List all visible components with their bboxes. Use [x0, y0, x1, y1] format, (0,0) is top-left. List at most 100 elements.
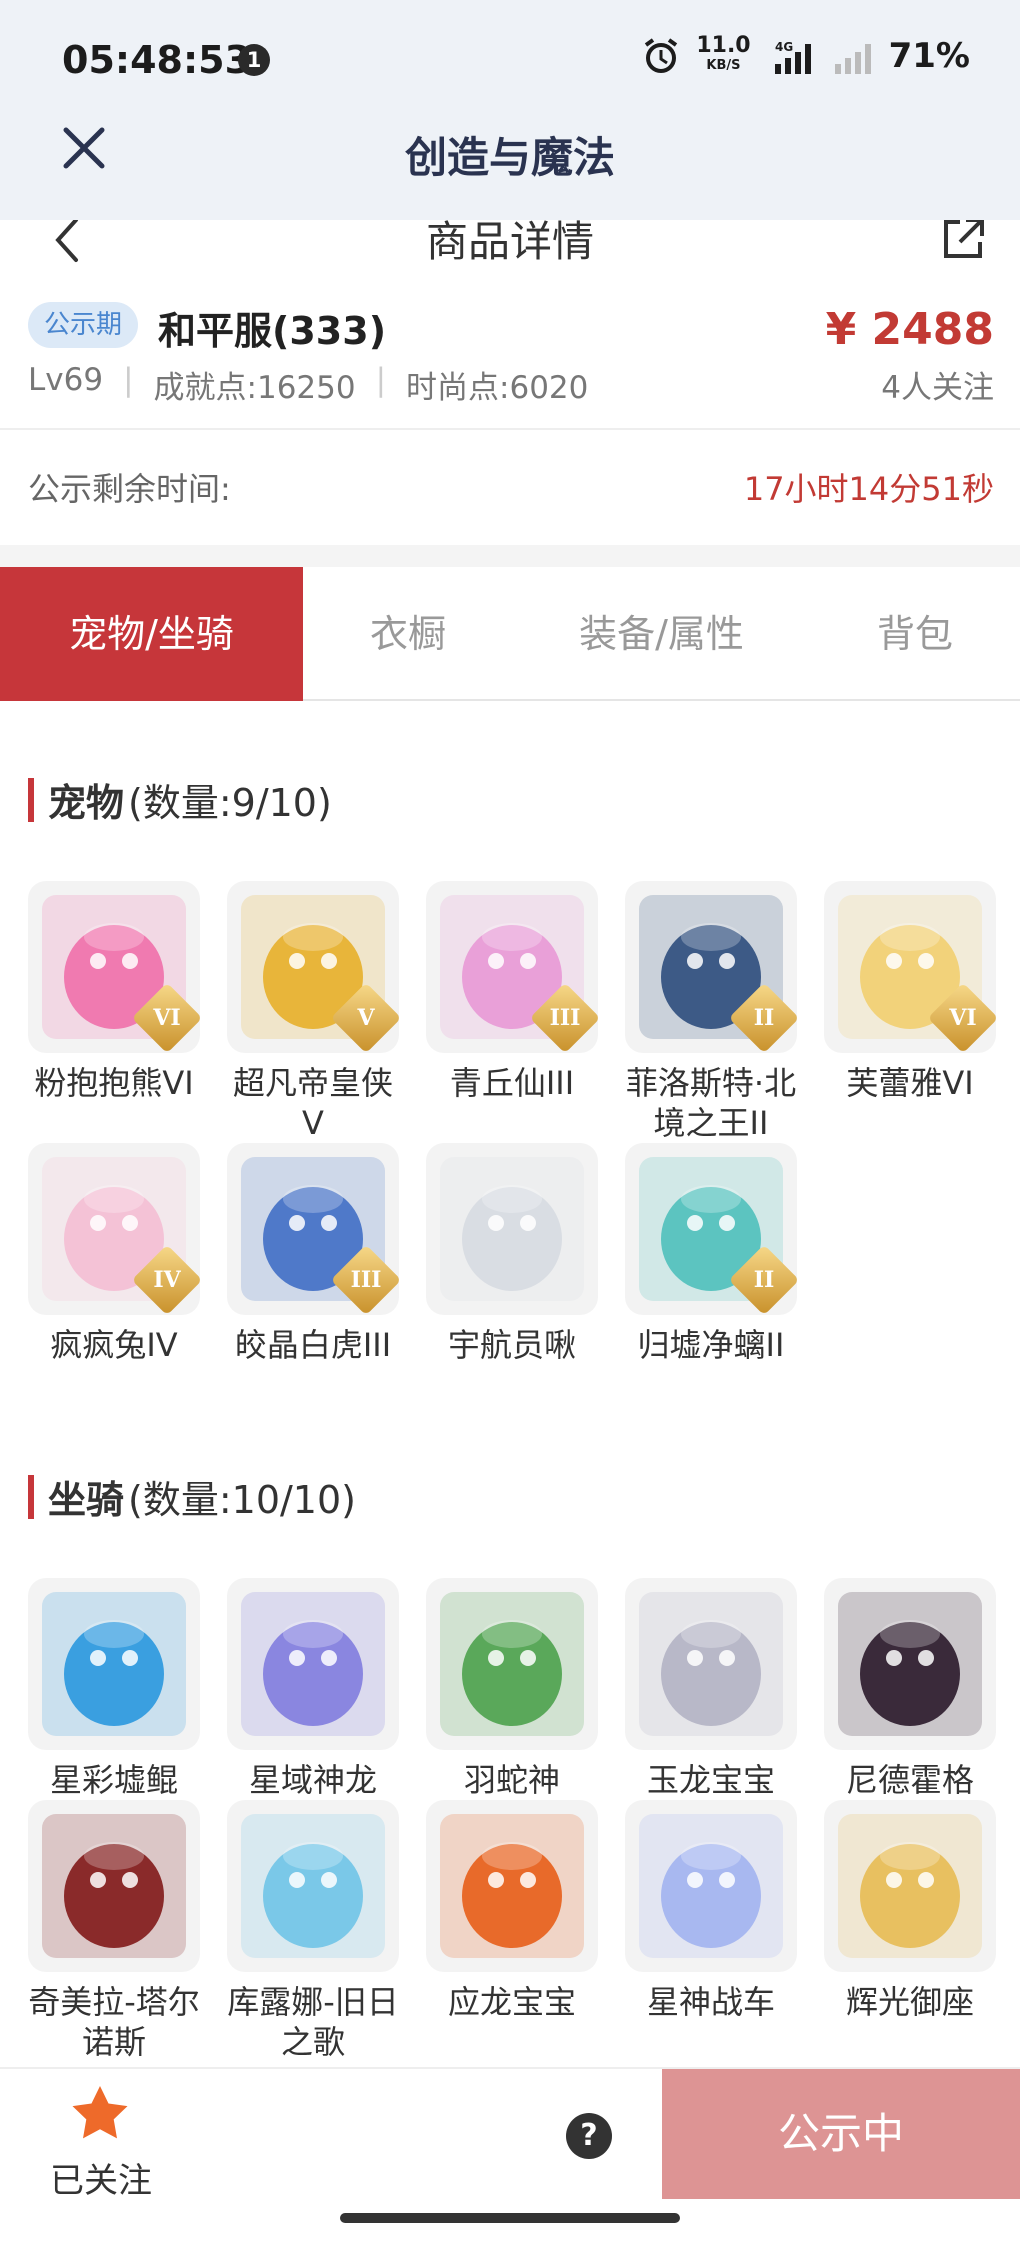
grid-item[interactable]: II 归墟净螭II — [625, 1143, 797, 1365]
detail-header: 商品详情 — [0, 220, 1020, 270]
status-bar: 05:48:53 1 11.0 KB/S 4G 71% — [0, 0, 1020, 118]
section-header: 宠物 (数量:9/10) — [28, 772, 994, 827]
notice-row: 公示剩余时间: 17小时14分51秒 — [28, 464, 994, 510]
item-name: 超凡帝皇侠V — [232, 1064, 393, 1142]
follow-label[interactable]: 已关注 — [50, 2153, 152, 2202]
item-name: 羽蛇神 — [463, 1761, 560, 1799]
tab-bar: 宠物/坐骑 衣橱 装备/属性 背包 — [0, 567, 1020, 701]
status-icons: 11.0 KB/S 4G 71% — [642, 33, 970, 76]
item-thumbnail: II — [625, 1143, 797, 1315]
rank-label: V — [357, 1005, 375, 1031]
item-name: 宇航员啾 — [447, 1326, 576, 1364]
level: Lv69 — [28, 362, 104, 398]
item-thumbnail — [227, 1800, 399, 1972]
item-image — [838, 1592, 982, 1736]
grid-item[interactable]: VI 芙蕾雅VI — [824, 881, 996, 1143]
section-count: (数量:9/10) — [128, 781, 332, 825]
rank-label: VI — [153, 1005, 181, 1031]
grid-item[interactable]: 尼德霍格 — [824, 1578, 996, 1800]
grid-item[interactable]: IV 疯疯兔IV — [28, 1143, 200, 1365]
rank-badge: III — [330, 1244, 399, 1315]
tab-wardrobe[interactable]: 衣橱 — [303, 567, 513, 701]
account-meta: Lv69 | 成就点:16250 | 时尚点:6020 — [28, 362, 588, 407]
grid-item[interactable]: 辉光御座 — [824, 1800, 996, 2062]
item-name: 粉抱抱熊VI — [34, 1064, 194, 1102]
item-image — [838, 1814, 982, 1958]
grid-item[interactable]: 宇航员啾 — [426, 1143, 598, 1365]
rank-label: III — [549, 1005, 581, 1031]
signal-4g-icon: 4G — [774, 40, 811, 74]
svg-text:4G: 4G — [775, 40, 793, 54]
section-marker — [28, 1474, 34, 1519]
grid-item[interactable]: V 超凡帝皇侠V — [227, 881, 399, 1143]
item-image — [639, 1814, 783, 1958]
grid-item[interactable]: 应龙宝宝 — [426, 1800, 598, 2062]
grid-item[interactable]: 库露娜-旧日之歌 — [227, 1800, 399, 2062]
grid-item[interactable]: II 菲洛斯特·北境之王II — [625, 881, 797, 1143]
achievement-points: 成就点:16250 — [153, 370, 356, 406]
notice-label: 公示剩余时间: — [28, 470, 231, 508]
mounts-section: 坐骑 (数量:10/10) 星彩墟鲲 星域神龙 羽蛇神 玉龙宝宝 尼德霍格奇美拉-塔尔诺… — [28, 1469, 996, 2062]
pets-grid: VI 粉抱抱熊VI V 超凡帝皇侠V III 青丘仙III II 菲洛斯特·北境之王II VI 芙… — [28, 881, 996, 1365]
item-thumbnail: IV — [28, 1143, 200, 1315]
item-name: 星神战车 — [646, 1983, 775, 2021]
item-name: 疯疯兔IV — [50, 1326, 178, 1364]
item-thumbnail — [426, 1800, 598, 1972]
grid-item[interactable]: 羽蛇神 — [426, 1578, 598, 1800]
item-name: 菲洛斯特·北境之王II — [625, 1064, 797, 1142]
section-title: 坐骑 — [48, 1478, 125, 1522]
grid-item[interactable]: III 青丘仙III — [426, 881, 598, 1143]
page-title: 商品详情 — [425, 220, 594, 266]
rank-badge: VI — [131, 982, 200, 1053]
server-name: 和平服(333) — [158, 309, 387, 353]
item-name: 星域神龙 — [248, 1761, 377, 1799]
mounts-grid: 星彩墟鲲 星域神龙 羽蛇神 玉龙宝宝 尼德霍格奇美拉-塔尔诺斯 库露娜-旧日之歌 应龙宝宝 星… — [28, 1578, 996, 2062]
star-icon[interactable] — [70, 2083, 130, 2143]
grid-item[interactable]: 玉龙宝宝 — [625, 1578, 797, 1800]
status-button[interactable]: 公示中 — [662, 2069, 1020, 2199]
item-image — [440, 1814, 584, 1958]
section-header: 坐骑 (数量:10/10) — [28, 1469, 994, 1524]
item-name: 青丘仙III — [449, 1064, 575, 1102]
signal-empty-icon — [834, 44, 871, 74]
item-image — [42, 1592, 186, 1736]
item-name: 归墟净螭II — [637, 1326, 785, 1364]
alarm-icon — [645, 38, 678, 73]
item-name: 皎晶白虎III — [234, 1326, 392, 1364]
rank-label: VI — [949, 1005, 977, 1031]
rank-label: III — [350, 1267, 382, 1293]
grid-item[interactable]: 星神战车 — [625, 1800, 797, 2062]
grid-item[interactable]: 星域神龙 — [227, 1578, 399, 1800]
grid-item[interactable]: 星彩墟鲲 — [28, 1578, 200, 1800]
item-thumbnail: VI — [824, 881, 996, 1053]
tab-pets-mounts[interactable]: 宠物/坐骑 — [0, 567, 303, 701]
item-thumbnail — [28, 1578, 200, 1750]
status-time: 05:48:53 — [62, 38, 252, 82]
item-thumbnail: VI — [28, 881, 200, 1053]
tab-equipment[interactable]: 装备/属性 — [513, 567, 810, 701]
status-badge: 公示期 — [28, 302, 139, 348]
share-icon[interactable] — [940, 220, 986, 262]
item-image — [42, 1814, 186, 1958]
item-thumbnail — [28, 1800, 200, 1972]
grid-item[interactable]: III 皎晶白虎III — [227, 1143, 399, 1365]
item-thumbnail — [625, 1578, 797, 1750]
item-image — [241, 1814, 385, 1958]
rank-label: II — [753, 1267, 775, 1293]
network-speed: 11.0 KB/S — [696, 33, 751, 74]
tab-backpack[interactable]: 背包 — [810, 567, 1020, 701]
help-icon[interactable]: ? — [566, 2113, 612, 2159]
notification-badge: 1 — [238, 44, 270, 76]
grid-item[interactable]: 奇美拉-塔尔诺斯 — [28, 1800, 200, 2062]
item-thumbnail: III — [426, 881, 598, 1053]
item-image — [440, 1592, 584, 1736]
item-name: 辉光御座 — [845, 1983, 974, 2021]
item-name: 尼德霍格 — [845, 1761, 974, 1799]
pets-section: 宠物 (数量:9/10) VI 粉抱抱熊VI V 超凡帝皇侠V III 青丘仙III II 菲… — [28, 772, 996, 1365]
item-image — [639, 1592, 783, 1736]
item-thumbnail — [426, 1143, 598, 1315]
separator: | — [123, 362, 134, 398]
divider — [0, 428, 1020, 430]
grid-item[interactable]: VI 粉抱抱熊VI — [28, 881, 200, 1143]
item-image — [440, 1157, 584, 1301]
